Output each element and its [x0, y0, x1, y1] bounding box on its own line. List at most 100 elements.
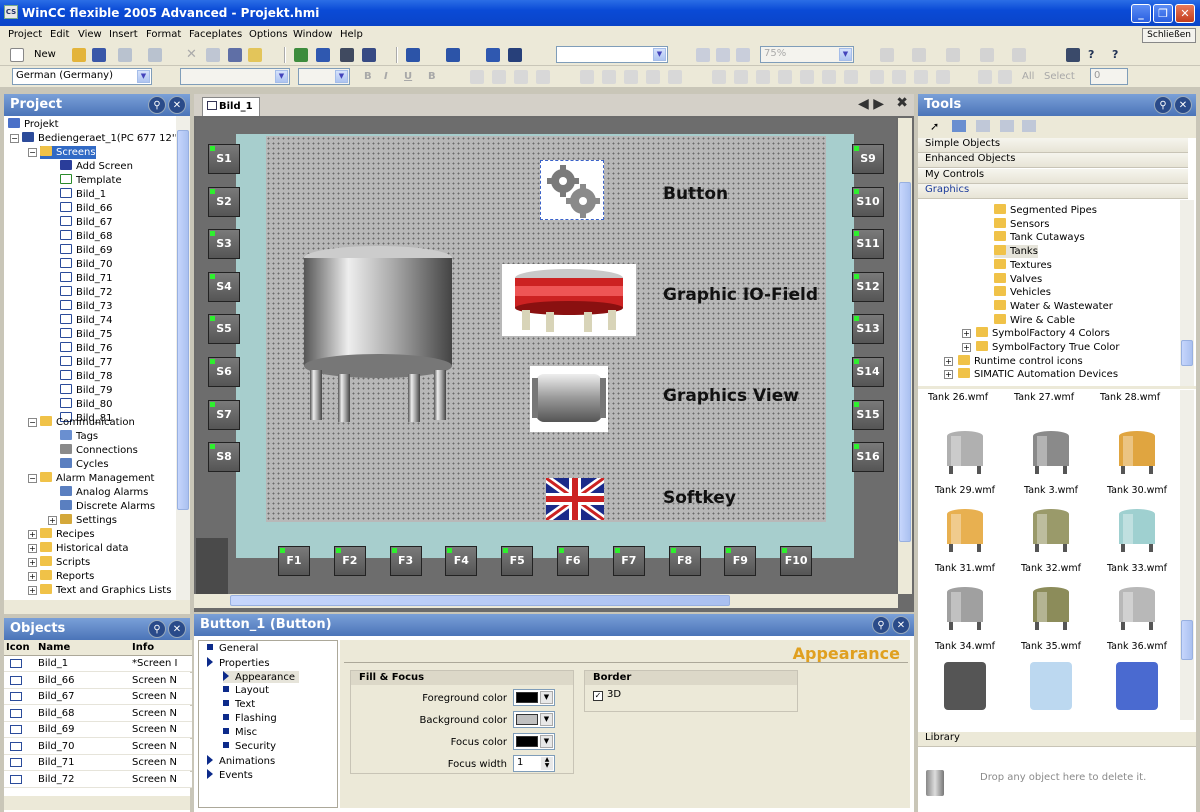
softkey-s14[interactable]: S14: [852, 357, 884, 387]
softkey-flag-graphic[interactable]: [543, 474, 607, 524]
zoom-combo[interactable]: 75% ▼: [760, 46, 854, 63]
close-tab-icon[interactable]: ✖: [896, 95, 908, 111]
spinner-icon[interactable]: ▲ ▼: [541, 757, 553, 770]
graphics-folder-item[interactable]: Vehicles: [994, 286, 1051, 299]
fkey-f2[interactable]: F2: [333, 546, 366, 576]
tree-reports[interactable]: Reports: [40, 570, 94, 583]
font-color-icon[interactable]: [946, 48, 960, 62]
project-scrollbar[interactable]: [176, 116, 190, 604]
graphic-io-field-tank[interactable]: [502, 264, 636, 336]
align-bottom-obj-icon[interactable]: [646, 70, 660, 84]
close-icon[interactable]: ✕: [1174, 96, 1192, 114]
bring-front-icon[interactable]: [800, 70, 814, 84]
graphics-tree-scrollbar[interactable]: [1180, 200, 1194, 386]
tree-screen-item[interactable]: Bild_74: [60, 314, 113, 327]
cut-icon[interactable]: [206, 48, 220, 62]
nav-properties[interactable]: Properties: [207, 657, 270, 669]
align-justify-icon[interactable]: [536, 70, 550, 84]
line-color-icon[interactable]: [912, 48, 926, 62]
tree-screen-item[interactable]: Bild_68: [60, 230, 113, 243]
graphics-folder-item[interactable]: Sensors: [994, 217, 1050, 231]
close-icon[interactable]: ✕: [168, 96, 186, 114]
graphics-folder-item[interactable]: Segmented Pipes: [994, 204, 1097, 217]
tree-screen-item[interactable]: Bild_78: [60, 370, 113, 383]
softkey-s8[interactable]: S8: [208, 442, 240, 473]
editor-hscroll[interactable]: [194, 594, 898, 608]
graphics-folder-item[interactable]: Tanks: [994, 245, 1038, 259]
fkey-f10[interactable]: F10: [780, 546, 813, 576]
group-icon[interactable]: [844, 70, 858, 84]
line-width-icon[interactable]: [1012, 48, 1026, 62]
tank-tile[interactable]: Tank 33.wmf: [1094, 504, 1180, 574]
tree-screen-item[interactable]: Bild_75: [60, 328, 113, 341]
tree-screens[interactable]: Screens: [40, 146, 96, 159]
trash-area[interactable]: Drop any object here to delete it.: [918, 748, 1196, 812]
nav-animations[interactable]: Animations: [207, 755, 275, 767]
softkey-s4[interactable]: S4: [208, 271, 240, 302]
tank-tile-partial[interactable]: [1030, 662, 1072, 710]
send-back-icon[interactable]: [822, 70, 836, 84]
close-icon[interactable]: ✕: [892, 616, 910, 634]
object-row[interactable]: Bild_69 Screen N: [4, 722, 192, 738]
pin-icon[interactable]: ⚲: [872, 616, 890, 634]
align-right-obj-icon[interactable]: [668, 70, 682, 84]
tree-cycles[interactable]: Cycles: [60, 458, 109, 471]
softkey-s10[interactable]: S10: [852, 186, 884, 217]
ungroup-icon[interactable]: [870, 70, 884, 84]
tab-bild-1[interactable]: Bild_1: [202, 97, 260, 116]
menu-options[interactable]: Options: [249, 29, 288, 40]
tank-tile[interactable]: Tank 31.wmf: [922, 504, 1008, 574]
object-row[interactable]: Bild_72 Screen N: [4, 771, 192, 788]
softkey-s6[interactable]: S6: [208, 357, 240, 387]
context-help-icon[interactable]: ?: [1112, 48, 1126, 62]
object-row[interactable]: Bild_68 Screen N: [4, 705, 192, 722]
graphics-root-folder[interactable]: Runtime control icons: [958, 354, 1083, 368]
tree-device[interactable]: Bediengeraet_1(PC 677 12'' I: [22, 132, 184, 145]
mirror-icon[interactable]: [936, 70, 950, 84]
section-enhanced-objects[interactable]: Enhanced Objects: [918, 153, 1188, 168]
save-icon[interactable]: [92, 48, 106, 62]
softkey-s3[interactable]: S3: [208, 229, 240, 260]
align-top-obj-icon[interactable]: [602, 70, 616, 84]
graphics-folder-item[interactable]: Textures: [994, 258, 1052, 272]
graphics-folder-item[interactable]: Water & Wastewater: [994, 299, 1113, 313]
same-height-icon[interactable]: [756, 70, 770, 84]
nav-flashing[interactable]: Flashing: [223, 713, 277, 724]
tank-tile[interactable]: Tank 29.wmf: [922, 426, 1008, 496]
tree-screen-item[interactable]: Bild_66: [60, 202, 113, 215]
object-row[interactable]: Bild_66 Screen N: [4, 672, 192, 689]
graphics-folder-item[interactable]: Tank Cutaways: [994, 231, 1085, 244]
align-right-icon[interactable]: [514, 70, 528, 84]
tree-screen-item[interactable]: Bild_76: [60, 342, 113, 355]
refresh-icon[interactable]: [486, 48, 500, 62]
tree-screen-item[interactable]: Bild_79: [60, 384, 113, 397]
zoom-in-icon[interactable]: [716, 48, 730, 62]
softkey-s15[interactable]: S15: [852, 399, 884, 430]
distribute-icon[interactable]: [712, 70, 726, 84]
nav-general[interactable]: General: [207, 643, 258, 654]
tree-tags[interactable]: Tags: [60, 430, 98, 443]
undo-icon[interactable]: [118, 48, 132, 62]
nav-layout[interactable]: Layout: [223, 685, 269, 696]
graphics-root-folder[interactable]: SIMATIC Automation Devices: [958, 368, 1118, 381]
tree-screen-item[interactable]: Bild_69: [60, 244, 113, 257]
close-project-button[interactable]: Schließen: [1142, 28, 1196, 43]
tool-icon-2[interactable]: [976, 120, 990, 132]
tree-screen-item[interactable]: Bild_71: [60, 272, 113, 285]
symbolfactory-folder[interactable]: SymbolFactory True Color: [976, 341, 1120, 354]
tree-scripts[interactable]: Scripts: [40, 556, 90, 569]
line-style-icon[interactable]: [980, 48, 994, 62]
tree-settings[interactable]: Settings: [60, 514, 117, 527]
redo-icon[interactable]: [148, 48, 162, 62]
tool-icon-3[interactable]: [1000, 120, 1014, 132]
menu-format[interactable]: Format: [146, 29, 181, 40]
softkey-s7[interactable]: S7: [208, 399, 240, 430]
gallery-scrollbar[interactable]: [1180, 390, 1194, 720]
object-row[interactable]: Bild_1 *Screen I: [4, 656, 192, 672]
delete-icon[interactable]: ✕: [186, 48, 200, 62]
menu-project[interactable]: Project: [8, 29, 42, 40]
softkey-s11[interactable]: S11: [852, 229, 884, 260]
fkey-f4[interactable]: F4: [445, 546, 478, 576]
project-hscroll[interactable]: [4, 600, 190, 614]
nav-security[interactable]: Security: [223, 741, 276, 752]
